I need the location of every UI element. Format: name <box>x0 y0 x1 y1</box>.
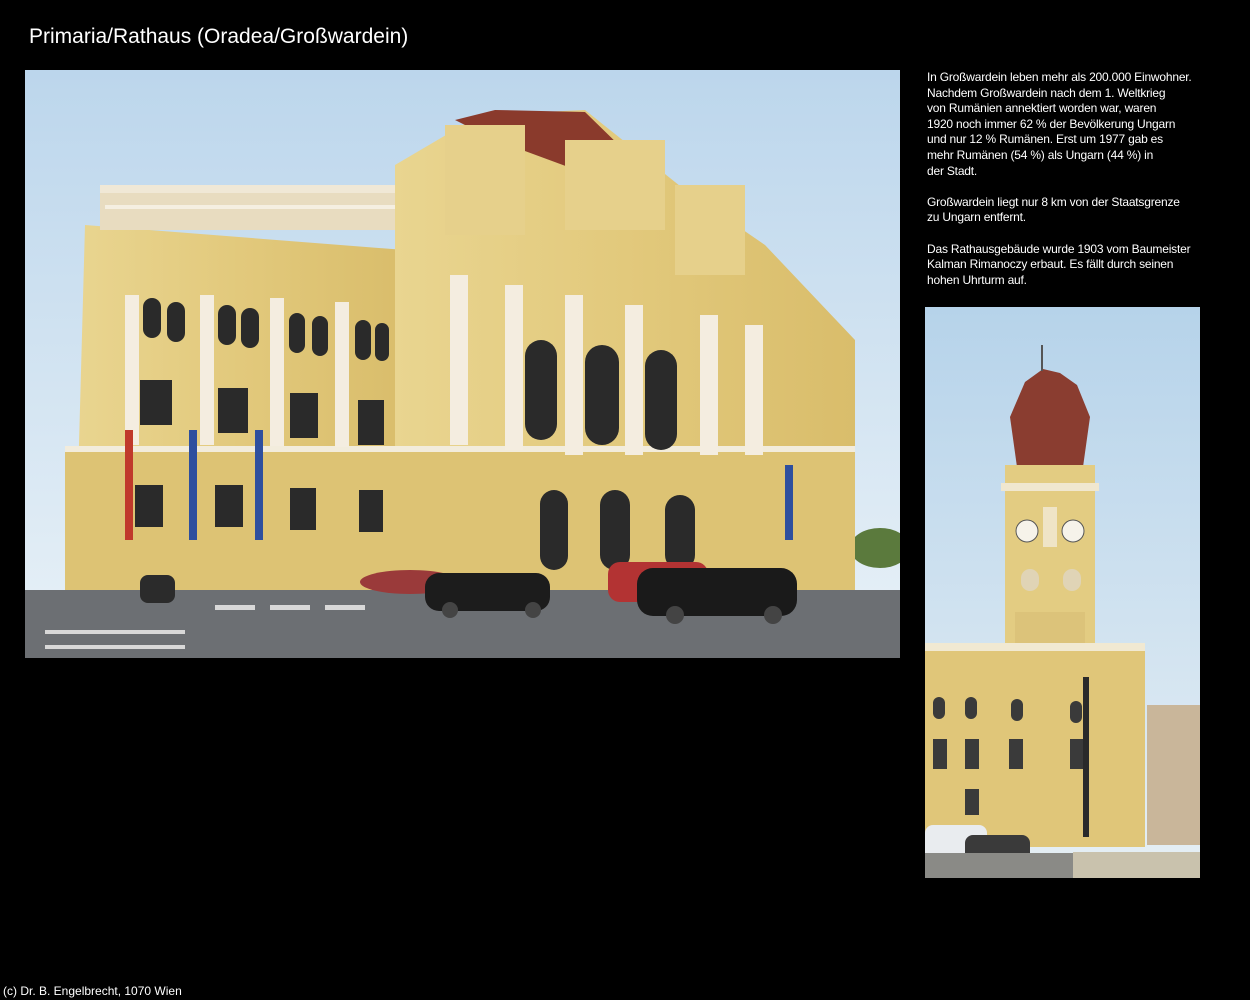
paragraph-building: Das Rathausgebäude wurde 1903 vom Baumei… <box>927 242 1227 289</box>
clock-tower-illustration <box>925 307 1200 878</box>
city-hall-photo[interactable] <box>25 70 900 658</box>
text-line: 1920 noch immer 62 % der Bevölkerung Ung… <box>927 116 1176 131</box>
paragraph-population: In Großwardein leben mehr als 200.000 Ei… <box>927 70 1227 179</box>
text-line: Nachdem Großwardein nach dem 1. Weltkrie… <box>927 85 1166 100</box>
city-hall-illustration <box>25 70 900 658</box>
text-line: von Rumänien annektiert worden war, ware… <box>927 101 1157 116</box>
text-line: Kalman Rimanoczy erbaut. Es fällt durch … <box>927 257 1174 272</box>
text-line: und nur 12 % Rumänen. Erst um 1977 gab e… <box>927 132 1163 147</box>
text-line: der Stadt. <box>927 163 978 178</box>
text-line: hohen Uhrturm auf. <box>927 272 1027 287</box>
text-line: In Großwardein leben mehr als 200.000 Ei… <box>927 70 1192 84</box>
page-title: Primaria/Rathaus (Oradea/Großwardein) <box>29 25 409 48</box>
copyright-footer: (c) Dr. B. Engelbrecht, 1070 Wien <box>3 984 182 998</box>
text-line: mehr Rumänen (54 %) als Ungarn (44 %) in <box>927 147 1154 162</box>
text-line: Das Rathausgebäude wurde 1903 vom Baumei… <box>927 241 1191 256</box>
clock-tower-photo[interactable] <box>925 307 1200 878</box>
paragraph-border: Großwardein liegt nur 8 km von der Staat… <box>927 195 1227 226</box>
description-text: In Großwardein leben mehr als 200.000 Ei… <box>927 70 1227 304</box>
text-line: Großwardein liegt nur 8 km von der Staat… <box>927 194 1180 209</box>
text-line: zu Ungarn entfernt. <box>927 210 1026 225</box>
